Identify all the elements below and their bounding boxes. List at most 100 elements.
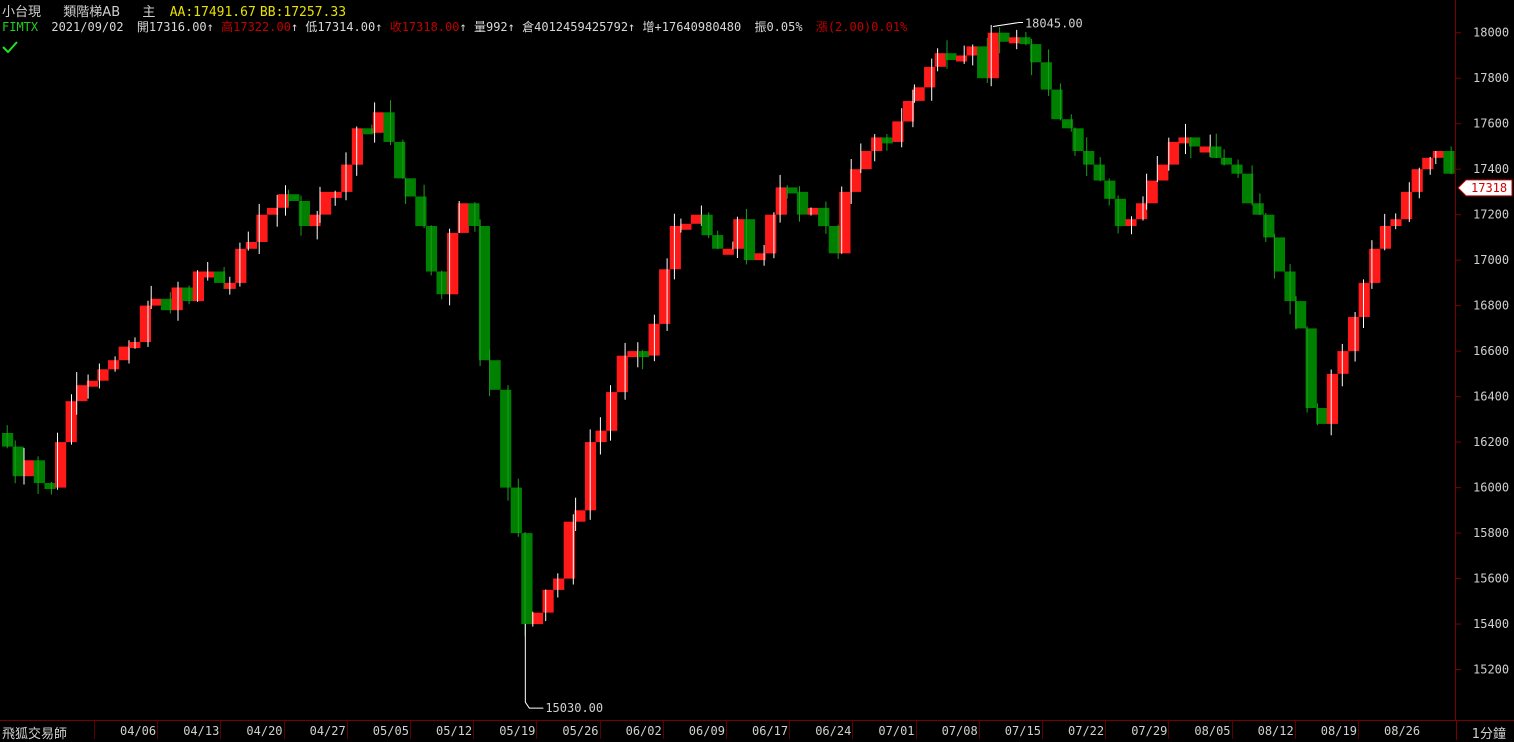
step-bar [33,460,45,483]
x-tick [662,721,664,739]
close-price: 收17318.00 [389,20,460,34]
step-bar [1358,282,1370,317]
step-bar [977,46,989,79]
step-bar [1369,248,1381,283]
x-tick [1168,721,1170,739]
step-bar [1072,128,1084,151]
step-bar [1083,151,1095,165]
y-tick-label: 15600 [1473,572,1509,586]
up-arrow-icon: ↑ [206,20,214,34]
y-tick-label: 17600 [1473,117,1509,131]
step-bar [1157,164,1169,181]
x-tick [915,721,917,739]
step-bar [987,32,999,79]
x-tick-label: 07/29 [1131,724,1168,738]
y-tick-label: 17200 [1473,208,1509,222]
step-bar [1242,173,1254,204]
y-tick-label: 16400 [1473,390,1509,404]
price-change: 漲(2.00)0.01% [815,20,908,34]
step-bar [701,214,713,236]
step-bar [447,232,459,295]
x-tick [1231,721,1233,739]
step-bar [139,305,151,342]
step-bar [288,194,300,201]
step-bar [955,55,968,62]
step-bar [765,214,777,254]
step-bar [330,191,342,198]
x-tick-label: 05/26 [562,724,599,738]
step-bar [1443,151,1455,174]
step-bar [627,351,639,358]
step-bar [351,128,363,165]
step-chart[interactable]: 18000 17800 17600 17400 17200 17000 16800 16600… [0,0,1514,720]
step-bar [637,351,650,358]
step-bar [1432,151,1444,158]
step-bar [23,460,35,477]
checkmark-icon[interactable] [2,38,18,57]
step-bar [383,112,395,142]
x-tick [1105,721,1107,739]
step-bar [1093,164,1105,181]
step-bar [1252,203,1264,215]
oi-change: 增+17640980480 [642,20,742,34]
up-arrow-icon: ↑ [375,20,383,34]
step-bar [722,248,734,255]
x-tick [726,721,727,739]
step-bar [924,66,936,88]
step-bar [1295,301,1307,329]
x-tick-label: 04/20 [246,724,283,738]
step-bar [76,385,88,402]
y-tick-label: 15800 [1473,526,1509,540]
y-tick-label: 16600 [1473,344,1509,358]
step-bar [1348,317,1360,352]
x-tick [410,721,411,739]
x-tick-label: 07/22 [1068,724,1105,738]
plot-area[interactable]: 18000 17800 17600 17400 17200 17000 16800 16600… [0,0,1513,720]
x-tick [852,721,854,739]
step-bar [394,141,406,179]
step-bar [150,298,162,306]
x-tick-label: 05/19 [499,724,536,738]
step-bar [733,219,745,249]
step-bar [44,483,56,489]
step-bar [203,271,215,278]
x-tick-label: 05/05 [372,724,409,738]
x-tick-label: 06/17 [752,724,789,738]
min-price-label: 15030.00 [545,701,603,715]
quote-line: FIMTX 2021/09/02 開17316.00↑ 高17322.00↑ 低… [2,18,908,34]
up-arrow-icon: ↑ [459,20,467,34]
max-leader-line [992,22,1023,28]
step-bar [510,487,522,534]
y-tick-label: 17400 [1473,162,1509,176]
open-interest: 倉4012459425792 [522,20,629,34]
step-bar [1379,226,1391,249]
step-bar [807,207,819,215]
step-bar [1146,180,1158,204]
step-bar [796,191,809,215]
x-tick-label: 08/05 [1194,724,1231,738]
step-bar [1019,37,1031,45]
low-price: 低17314.00 [305,20,376,34]
brand-label: 飛狐交易師 [2,727,68,742]
step-bar [404,178,416,197]
divider [1456,721,1457,740]
step-bar [542,589,554,613]
x-tick-label: 08/12 [1257,724,1294,738]
x-tick-label: 04/06 [120,724,157,738]
step-bar [1273,237,1285,272]
quote-date: 2021/09/02 [51,20,124,34]
step-bar [118,346,130,361]
step-bar [1104,180,1116,199]
step-bar [1178,137,1190,144]
step-bar [500,389,512,488]
step-bar [521,533,533,625]
y-tick-label: 16800 [1473,299,1509,313]
step-bar [192,271,204,302]
step-bar [1422,157,1434,170]
period-selector[interactable]: 1分鐘 [1472,723,1506,742]
step-bar [595,430,607,443]
y-tick-label: 17800 [1473,71,1509,85]
open-price: 開17316.00 [136,20,207,34]
step-bar [606,392,618,431]
step-bar [489,360,501,390]
